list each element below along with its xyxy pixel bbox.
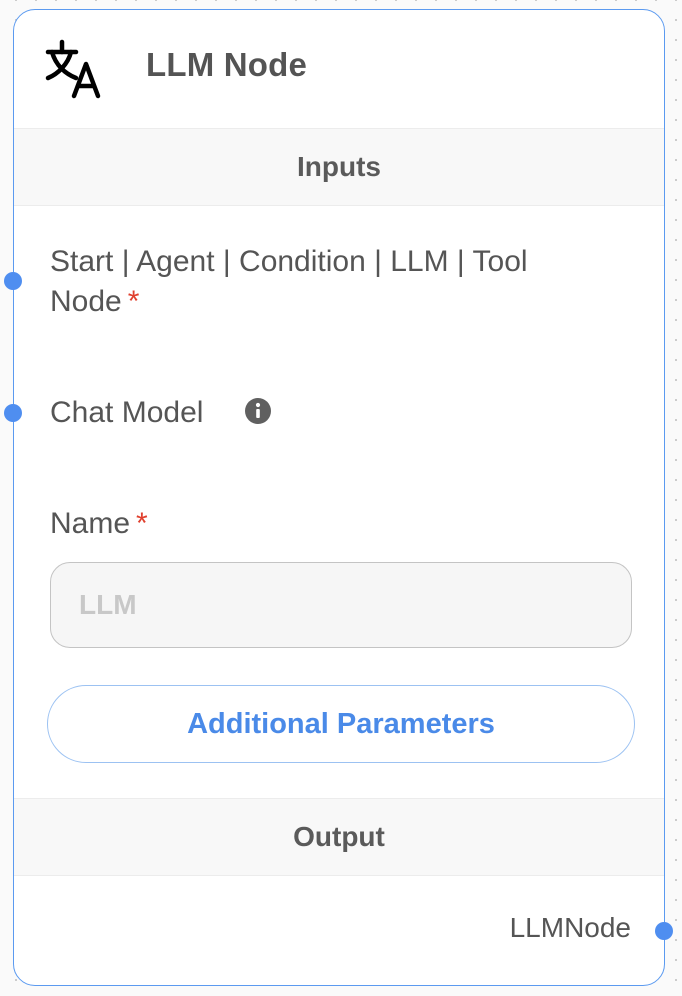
output-section-header: Output (14, 798, 664, 876)
llm-node-card[interactable]: LLM Node Inputs Start | Agent | Conditio… (4, 9, 673, 986)
input-anchor-handle[interactable] (4, 272, 22, 290)
input-anchor-label: Start | Agent | Condition | LLM | Tool N… (50, 242, 590, 322)
additional-parameters-button[interactable]: Additional Parameters (47, 685, 635, 763)
chat-model-handle[interactable] (4, 404, 22, 422)
chat-model-label: Chat Model (50, 396, 204, 429)
info-icon[interactable] (244, 397, 272, 425)
input-anchor-label-text: Start | Agent | Condition | LLM | Tool N… (50, 245, 528, 318)
inputs-section-header: Inputs (14, 128, 664, 206)
output-anchor-handle[interactable] (655, 922, 673, 940)
translate-icon (45, 39, 101, 99)
node-title: LLM Node (146, 46, 308, 83)
name-input[interactable] (50, 562, 632, 648)
node-header: LLM Node (14, 10, 664, 128)
name-label-text: Name (50, 507, 131, 540)
output-label: LLMNode (509, 912, 631, 943)
name-label: Name * (50, 504, 148, 544)
required-asterisk: * (127, 285, 140, 318)
required-asterisk: * (136, 507, 148, 540)
